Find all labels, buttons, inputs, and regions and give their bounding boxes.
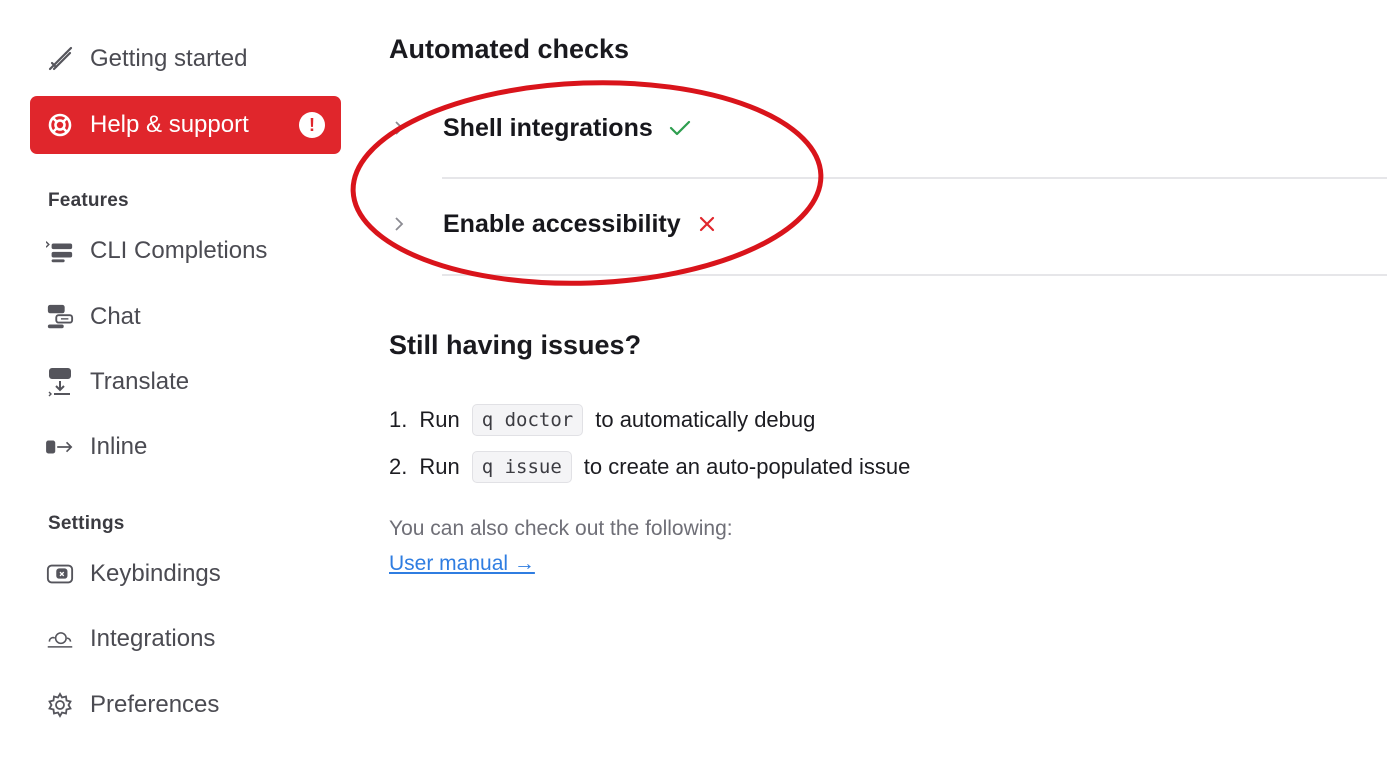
check-label: Enable accessibility bbox=[443, 209, 681, 238]
check-row-shell-integrations[interactable]: Shell integrations bbox=[389, 98, 1387, 158]
sidebar-item-label: Keybindings bbox=[90, 560, 221, 587]
chat-icon bbox=[46, 303, 74, 331]
sidebar-item-preferences[interactable]: Preferences bbox=[30, 676, 341, 734]
step-item: 2. Run q issue to create an auto-populat… bbox=[389, 451, 910, 483]
divider bbox=[442, 274, 1387, 276]
check-label: Shell integrations bbox=[443, 113, 653, 142]
integrations-icon bbox=[46, 625, 74, 653]
lifebuoy-icon bbox=[46, 111, 74, 139]
also-check-text: You can also check out the following: bbox=[389, 517, 733, 540]
alert-badge: ! bbox=[299, 112, 325, 138]
chevron-right-icon bbox=[393, 215, 413, 233]
check-row-enable-accessibility[interactable]: Enable accessibility bbox=[389, 194, 1387, 254]
sidebar-item-label: Preferences bbox=[90, 691, 220, 718]
sidebar-item-help-support[interactable]: Help & support ! bbox=[30, 96, 341, 154]
sidebar-item-cli-completions[interactable]: CLI Completions bbox=[30, 222, 341, 280]
app-window: Getting started Help & support ! Feature… bbox=[0, 0, 1387, 762]
sidebar-item-label: Getting started bbox=[90, 45, 248, 72]
sidebar-item-label: Translate bbox=[90, 368, 190, 395]
step-suffix: to automatically debug bbox=[595, 407, 816, 432]
sidebar-item-label: Integrations bbox=[90, 625, 216, 652]
command-code: q issue bbox=[471, 451, 572, 483]
step-suffix: to create an auto-populated issue bbox=[583, 454, 911, 479]
step-item: 1. Run q doctor to automatically debug bbox=[389, 404, 815, 436]
section-header-features: Features bbox=[48, 190, 129, 211]
automated-checks-title: Automated checks bbox=[389, 34, 630, 64]
sidebar-item-label: Help & support bbox=[90, 111, 249, 138]
section-header-settings: Settings bbox=[48, 513, 125, 534]
user-manual-link[interactable]: User manual → bbox=[389, 552, 535, 576]
sidebar-item-inline[interactable]: Inline bbox=[30, 418, 341, 476]
translate-icon bbox=[46, 368, 74, 397]
command-code: q doctor bbox=[471, 404, 584, 436]
cross-icon bbox=[697, 214, 717, 234]
sidebar-item-chat[interactable]: Chat bbox=[30, 288, 341, 346]
step-prefix: Run bbox=[419, 407, 460, 432]
rocket-icon bbox=[46, 45, 74, 73]
sidebar-item-integrations[interactable]: Integrations bbox=[30, 610, 341, 668]
step-number: 2. bbox=[389, 454, 408, 479]
step-number: 1. bbox=[389, 407, 408, 432]
sidebar-item-label: Chat bbox=[90, 303, 141, 330]
sidebar: Getting started Help & support ! Feature… bbox=[0, 0, 360, 762]
still-having-issues-title: Still having issues? bbox=[389, 330, 642, 360]
sidebar-item-label: CLI Completions bbox=[90, 237, 268, 264]
divider bbox=[442, 177, 1387, 179]
sidebar-item-label: Inline bbox=[90, 433, 148, 460]
inline-icon bbox=[46, 433, 74, 461]
sidebar-item-keybindings[interactable]: Keybindings bbox=[30, 545, 341, 603]
checkmark-icon bbox=[669, 119, 691, 137]
cli-completions-icon bbox=[46, 237, 74, 265]
main-content: Automated checks Shell integrations Enab… bbox=[389, 0, 1387, 762]
sidebar-item-getting-started[interactable]: Getting started bbox=[30, 30, 341, 88]
step-prefix: Run bbox=[419, 454, 460, 479]
gear-icon bbox=[46, 691, 74, 719]
sidebar-item-translate[interactable]: Translate bbox=[30, 353, 341, 411]
chevron-right-icon bbox=[393, 119, 413, 137]
keyboard-icon bbox=[46, 560, 74, 588]
